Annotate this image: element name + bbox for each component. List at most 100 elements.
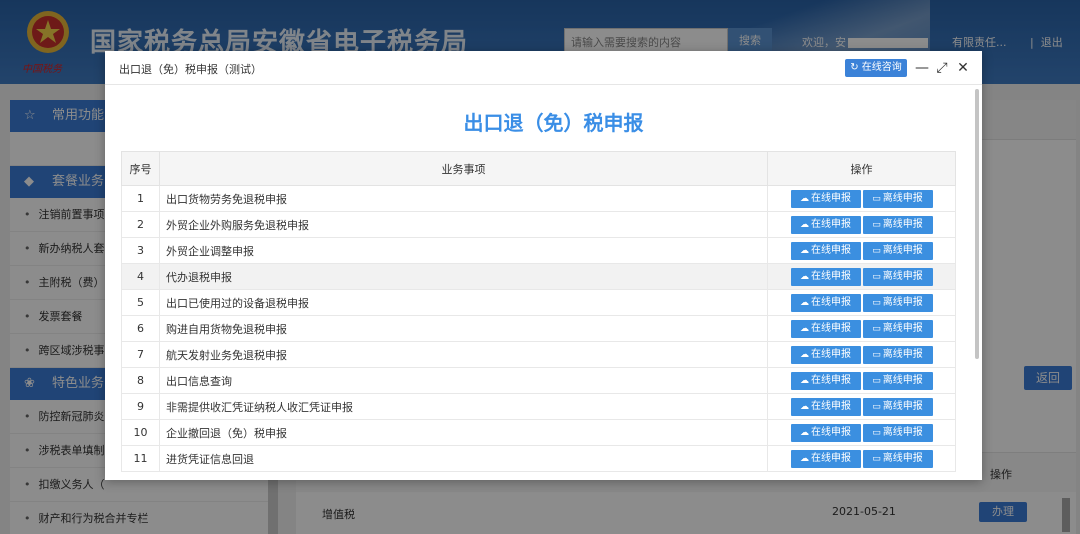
offline-declare-button[interactable]: ▭ 离线申报 (862, 423, 933, 442)
row-ops: ☁ 在线申报 ▭ 离线申报 (767, 211, 956, 238)
computer-icon: ▭ (872, 453, 881, 464)
row-item-name: 企业撤回退（免）税申报 (159, 419, 768, 446)
table-row: 1 出口货物劳务免退税申报 ☁ 在线申报 ▭ 离线申报 (121, 185, 956, 212)
row-seq: 4 (121, 263, 160, 290)
dialog-titlebar: 出口退（免）税申报（测试） ↻ 在线咨询 — ⤢ ✕ (105, 51, 982, 85)
row-ops: ☁ 在线申报 ▭ 离线申报 (767, 263, 956, 290)
computer-icon: ▭ (872, 271, 881, 282)
online-declare-button[interactable]: ☁ 在线申报 (790, 371, 861, 390)
offline-declare-button[interactable]: ▭ 离线申报 (862, 319, 933, 338)
offline-declare-button[interactable]: ▭ 离线申报 (862, 215, 933, 234)
offline-declare-button[interactable]: ▭ 离线申报 (862, 293, 933, 312)
row-item-name: 代办退税申报 (159, 263, 768, 290)
computer-icon: ▭ (872, 427, 881, 438)
row-seq: 8 (121, 367, 160, 394)
offline-declare-button[interactable]: ▭ 离线申报 (862, 371, 933, 390)
offline-declare-button[interactable]: ▭ 离线申报 (862, 345, 933, 364)
col-item: 业务事项 (159, 151, 768, 186)
offline-declare-button[interactable]: ▭ 离线申报 (862, 241, 933, 260)
cloud-upload-icon: ☁ (800, 375, 809, 386)
row-ops: ☁ 在线申报 ▭ 离线申报 (767, 419, 956, 446)
row-seq: 5 (121, 289, 160, 316)
online-declare-button[interactable]: ☁ 在线申报 (790, 215, 861, 234)
online-declare-button[interactable]: ☁ 在线申报 (790, 267, 861, 286)
row-item-name: 航天发射业务免退税申报 (159, 341, 768, 368)
online-declare-button[interactable]: ☁ 在线申报 (790, 423, 861, 442)
table-row: 3 外贸企业调整申报 ☁ 在线申报 ▭ 离线申报 (121, 237, 956, 264)
offline-declare-button[interactable]: ▭ 离线申报 (862, 397, 933, 416)
offline-declare-button[interactable]: ▭ 离线申报 (862, 267, 933, 286)
row-ops: ☁ 在线申报 ▭ 离线申报 (767, 185, 956, 212)
row-seq: 11 (121, 445, 160, 472)
row-ops: ☁ 在线申报 ▭ 离线申报 (767, 341, 956, 368)
row-item-name: 外贸企业外购服务免退税申报 (159, 211, 768, 238)
cloud-upload-icon: ☁ (800, 323, 809, 334)
cloud-upload-icon: ☁ (800, 193, 809, 204)
row-ops: ☁ 在线申报 ▭ 离线申报 (767, 445, 956, 472)
computer-icon: ▭ (872, 375, 881, 386)
table-row: 8 出口信息查询 ☁ 在线申报 ▭ 离线申报 (121, 367, 956, 394)
row-item-name: 非需提供收汇凭证纳税人收汇凭证申报 (159, 393, 768, 420)
cloud-upload-icon: ☁ (800, 453, 809, 464)
dialog-title: 出口退（免）税申报（测试） (119, 63, 262, 76)
row-ops: ☁ 在线申报 ▭ 离线申报 (767, 393, 956, 420)
computer-icon: ▭ (872, 219, 881, 230)
row-item-name: 购进自用货物免退税申报 (159, 315, 768, 342)
table-row: 4 代办退税申报 ☁ 在线申报 ▭ 离线申报 (121, 263, 956, 290)
computer-icon: ▭ (872, 401, 881, 412)
computer-icon: ▭ (872, 297, 881, 308)
col-seq: 序号 (121, 151, 160, 186)
row-item-name: 出口信息查询 (159, 367, 768, 394)
export-refund-dialog: 出口退（免）税申报（测试） ↻ 在线咨询 — ⤢ ✕ 出口退（免）税申报 序号 … (105, 51, 982, 480)
table-row: 11 进货凭证信息回退 ☁ 在线申报 ▭ 离线申报 (121, 445, 956, 472)
col-ops: 操作 (767, 151, 956, 186)
table-row: 5 出口已使用过的设备退税申报 ☁ 在线申报 ▭ 离线申报 (121, 289, 956, 316)
computer-icon: ▭ (872, 193, 881, 204)
online-consult-button[interactable]: ↻ 在线咨询 (845, 59, 907, 77)
close-icon[interactable]: ✕ (955, 59, 971, 77)
online-declare-button[interactable]: ☁ 在线申报 (790, 345, 861, 364)
online-declare-button[interactable]: ☁ 在线申报 (790, 319, 861, 338)
cloud-upload-icon: ☁ (800, 401, 809, 412)
table-row: 6 购进自用货物免退税申报 ☁ 在线申报 ▭ 离线申报 (121, 315, 956, 342)
online-declare-button[interactable]: ☁ 在线申报 (790, 293, 861, 312)
minimize-icon[interactable]: — (914, 59, 930, 77)
row-item-name: 出口已使用过的设备退税申报 (159, 289, 768, 316)
offline-declare-button[interactable]: ▭ 离线申报 (862, 189, 933, 208)
cloud-upload-icon: ☁ (800, 297, 809, 308)
computer-icon: ▭ (872, 349, 881, 360)
row-seq: 10 (121, 419, 160, 446)
row-seq: 9 (121, 393, 160, 420)
computer-icon: ▭ (872, 245, 881, 256)
row-seq: 6 (121, 315, 160, 342)
table-row: 2 外贸企业外购服务免退税申报 ☁ 在线申报 ▭ 离线申报 (121, 211, 956, 238)
online-declare-button[interactable]: ☁ 在线申报 (790, 241, 861, 260)
business-table: 序号 业务事项 操作 1 出口货物劳务免退税申报 ☁ 在线申报 ▭ 离线申报 2 外贸企业外购… (121, 151, 956, 472)
computer-icon: ▭ (872, 323, 881, 334)
dialog-heading: 出口退（免）税申报 (463, 111, 644, 135)
row-ops: ☁ 在线申报 ▭ 离线申报 (767, 237, 956, 264)
row-item-name: 外贸企业调整申报 (159, 237, 768, 264)
row-seq: 3 (121, 237, 160, 264)
row-item-name: 出口货物劳务免退税申报 (159, 185, 768, 212)
maximize-icon[interactable]: ⤢ (934, 59, 950, 77)
online-declare-button[interactable]: ☁ 在线申报 (790, 449, 861, 468)
row-ops: ☁ 在线申报 ▭ 离线申报 (767, 289, 956, 316)
row-seq: 7 (121, 341, 160, 368)
online-declare-button[interactable]: ☁ 在线申报 (790, 189, 861, 208)
row-ops: ☁ 在线申报 ▭ 离线申报 (767, 367, 956, 394)
cloud-upload-icon: ☁ (800, 349, 809, 360)
row-item-name: 进货凭证信息回退 (159, 445, 768, 472)
cloud-upload-icon: ☁ (800, 427, 809, 438)
table-row: 9 非需提供收汇凭证纳税人收汇凭证申报 ☁ 在线申报 ▭ 离线申报 (121, 393, 956, 420)
online-declare-button[interactable]: ☁ 在线申报 (790, 397, 861, 416)
cloud-upload-icon: ☁ (800, 219, 809, 230)
table-row: 7 航天发射业务免退税申报 ☁ 在线申报 ▭ 离线申报 (121, 341, 956, 368)
cloud-upload-icon: ☁ (800, 245, 809, 256)
cloud-upload-icon: ☁ (800, 271, 809, 282)
row-seq: 2 (121, 211, 160, 238)
table-row: 10 企业撤回退（免）税申报 ☁ 在线申报 ▭ 离线申报 (121, 419, 956, 446)
offline-declare-button[interactable]: ▭ 离线申报 (862, 449, 933, 468)
row-ops: ☁ 在线申报 ▭ 离线申报 (767, 315, 956, 342)
row-seq: 1 (121, 185, 160, 212)
